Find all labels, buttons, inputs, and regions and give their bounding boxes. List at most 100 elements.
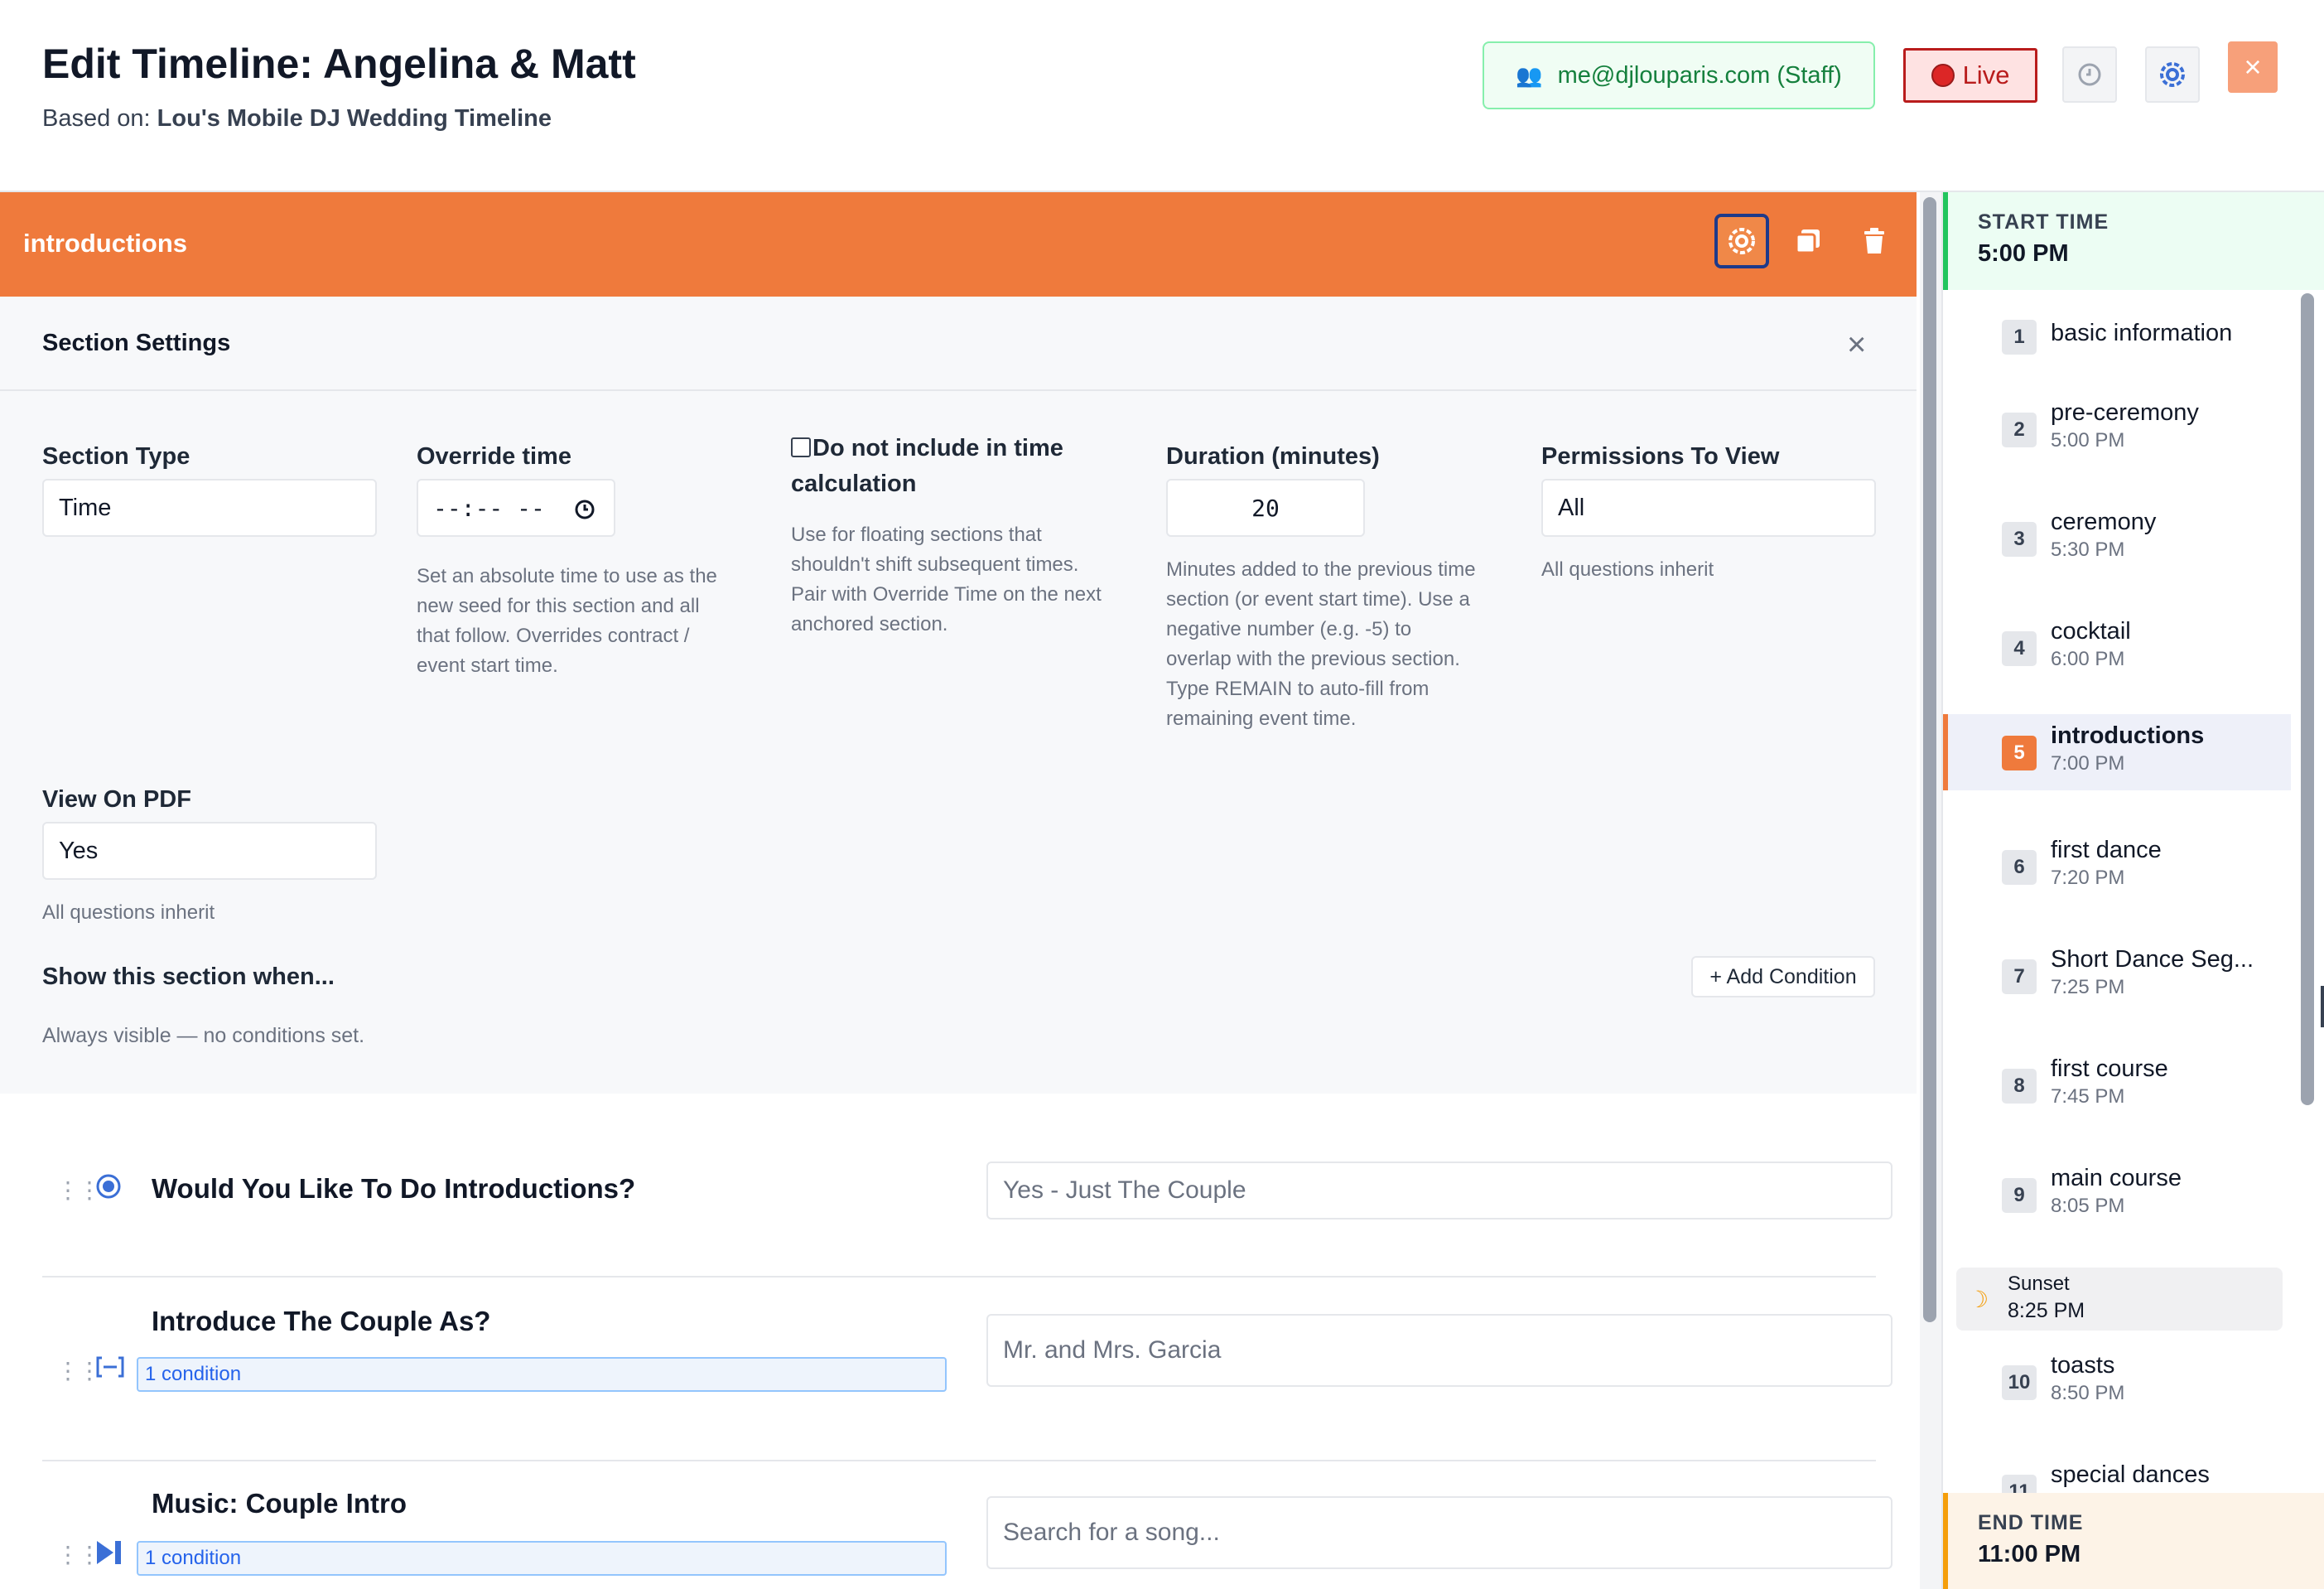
override-time-input[interactable]: --:-- -- [417,479,615,537]
timeline-item-time: 7:00 PM [2051,752,2125,775]
timeline-item[interactable]: 7 Short Dance Seg... 7:25 PM [1943,939,2291,1016]
timeline-item[interactable]: 8 first course 7:45 PM [1943,1049,2291,1125]
timeline-item-time: 7:25 PM [2051,976,2125,998]
permissions-select[interactable]: All [1541,479,1876,537]
section-type-select[interactable]: Time [42,479,377,537]
based-on-line: Based on: Lou's Mobile DJ Wedding Timeli… [42,105,552,133]
timeline-item-time: 5:00 PM [2051,429,2125,452]
timeline-item-active[interactable]: 5 introductions 7:00 PM [1943,714,2291,790]
timeline-item-number: 9 [2002,1178,2037,1213]
question-text: Would You Like To Do Introductions? [152,1173,636,1204]
section-settings-panel: Section Settings × Section Type Time Ove… [0,297,1917,1094]
main-scrollbar-thumb[interactable] [1923,197,1936,1322]
timeline-item[interactable]: 3 ceremony 5:30 PM [1943,502,2291,578]
add-condition-button[interactable]: + Add Condition [1691,956,1875,997]
main-scrollbar[interactable] [1920,192,1941,1589]
view-on-pdf-value: Yes [59,837,99,864]
section-settings-button[interactable] [1714,214,1769,268]
settings-header: Section Settings × [0,297,1917,391]
page-title: Edit Timeline: Angelina & Matt [42,41,636,87]
sidebar-scrollbar-thumb[interactable] [2301,293,2314,1105]
drag-handle-icon[interactable]: ⋮⋮ [56,1357,101,1384]
condition-tag[interactable]: 1 condition [137,1357,947,1392]
exclude-calc-label: Do not include in time calculation [791,435,1063,497]
settings-button[interactable] [2145,46,2200,103]
timeline-item[interactable]: 9 main course 8:05 PM [1943,1158,2291,1234]
end-time-caption: END TIME [1978,1511,2084,1534]
timeline-item-time: 5:30 PM [2051,539,2125,561]
permissions-label: Permissions To View [1541,443,1780,470]
timeline-sidebar: START TIME 5:00 PM 1 basic information 2… [1941,192,2324,1589]
timeline-item[interactable]: 10 toasts 8:50 PM [1943,1345,2291,1422]
question-row: ⋮⋮ Introduce The Couple As? 1 condition … [42,1277,1892,1461]
timeline-item-name: first course [2051,1055,2168,1082]
window-edge-marker [2321,986,2324,1027]
view-on-pdf-select[interactable]: Yes [42,822,377,880]
view-on-pdf-help: All questions inherit [42,901,215,924]
based-on-label: Based on: [42,105,151,132]
song-search-input[interactable]: Search for a song... [986,1496,1892,1569]
section-header-bar[interactable]: introductions [0,192,1917,297]
live-button[interactable]: Live [1903,48,2037,103]
close-settings-icon[interactable]: × [1847,326,1866,364]
question-text: Introduce The Couple As? [152,1306,491,1336]
view-on-pdf-label: View On PDF [42,786,191,813]
timeline-item-time: 7:45 PM [2051,1085,2125,1108]
timeline-item[interactable]: 1 basic information [1943,300,2291,376]
timeline-item-number: 7 [2002,959,2037,994]
timeline-item-number: 1 [2002,320,2037,355]
clock-icon [2078,63,2101,86]
timeline-item-name: main course [2051,1165,2182,1191]
timeline-item-name: first dance [2051,837,2162,863]
section-name: introductions [23,229,188,258]
modal-header: Edit Timeline: Angelina & Matt Based on:… [0,0,2324,192]
radio-icon [96,1174,121,1199]
timeline-item-number: 8 [2002,1069,2037,1104]
timeline-item-number: 6 [2002,850,2037,885]
moon-icon: ☽ [1968,1287,1989,1312]
timeline-item-name: cocktail [2051,618,2131,645]
timeline-item[interactable]: 4 cocktail 6:00 PM [1943,611,2291,688]
timeline-item-number: 10 [2002,1365,2037,1400]
trash-icon [1864,228,1884,254]
answer-value: Yes - Just The Couple [1003,1176,1246,1204]
answer-value: Mr. and Mrs. Garcia [1003,1336,1222,1364]
record-dot-icon [1931,64,1955,87]
duplicate-section-button[interactable] [1781,214,1835,268]
timeline-item[interactable]: 6 first dance 7:20 PM [1943,830,2291,906]
override-time-help: Set an absolute time to use as the new s… [417,565,717,677]
sunset-label: Sunset [2008,1273,2070,1295]
timeline-item-number: 3 [2002,522,2037,557]
start-time-caption: START TIME [1978,210,2109,234]
duration-input[interactable]: 20 [1166,479,1365,537]
drag-handle-icon[interactable]: ⋮⋮ [56,1541,101,1568]
duration-label: Duration (minutes) [1166,443,1380,470]
timeline-item-name: Short Dance Seg... [2051,946,2254,973]
timeline-item-time: 6:00 PM [2051,648,2125,670]
timeline-item[interactable]: 2 pre-ceremony 5:00 PM [1943,393,2291,469]
settings-title: Section Settings [42,330,231,356]
drag-handle-icon[interactable]: ⋮⋮ [56,1176,101,1204]
timeline-item-name: introductions [2051,722,2205,749]
close-modal-button[interactable]: × [2228,41,2278,93]
close-icon: × [2244,50,2262,84]
clock-icon [575,500,595,519]
user-chip[interactable]: 👥 me@djlouparis.com (Staff) [1483,41,1875,109]
copy-icon [1795,229,1820,254]
timeline-item-time: 8:50 PM [2051,1382,2125,1404]
timeline-item-number: 4 [2002,631,2037,666]
timeline-item-name: pre-ceremony [2051,399,2199,426]
duration-help: Minutes added to the previous time secti… [1166,558,1476,730]
condition-tag[interactable]: 1 condition [137,1541,947,1576]
gear-icon [1729,228,1755,254]
timeline-item-number: 5 [2002,736,2037,770]
sunset-marker: ☽ Sunset 8:25 PM [1956,1268,2283,1331]
exclude-calc-help: Use for floating sections that shouldn't… [791,524,1102,635]
question-text: Music: Couple Intro [152,1488,407,1519]
exclude-calc-checkbox[interactable] [791,437,811,457]
answer-input[interactable]: Mr. and Mrs. Garcia [986,1314,1892,1387]
history-button[interactable] [2062,46,2117,103]
timeline-item-name: toasts [2051,1352,2115,1379]
answer-select[interactable]: Yes - Just The Couple [986,1162,1892,1220]
delete-section-button[interactable] [1847,214,1902,268]
